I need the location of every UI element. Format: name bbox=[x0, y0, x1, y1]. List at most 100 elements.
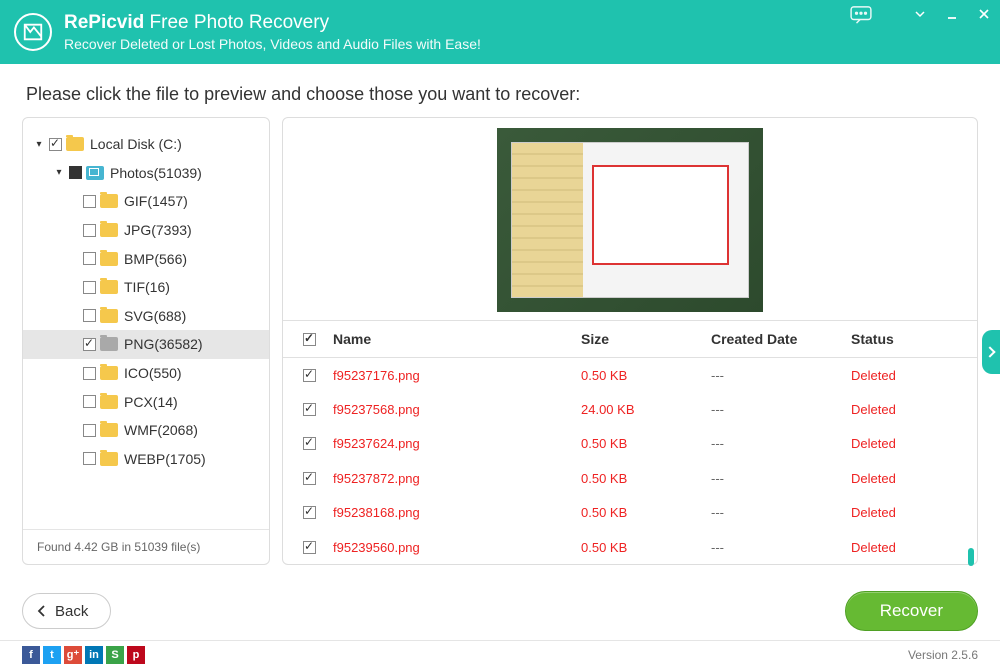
preview-thumbnail[interactable] bbox=[497, 128, 763, 312]
tree-item-checkbox[interactable] bbox=[83, 452, 96, 465]
tree-photos-checkbox[interactable] bbox=[69, 166, 82, 179]
folder-icon bbox=[100, 337, 118, 351]
side-expand-tab[interactable] bbox=[982, 330, 1000, 374]
tree-item-checkbox[interactable] bbox=[83, 195, 96, 208]
feedback-icon[interactable] bbox=[850, 6, 872, 29]
cell-size: 24.00 KB bbox=[581, 402, 711, 417]
table-row[interactable]: f95237624.png0.50 KB---Deleted bbox=[283, 427, 977, 461]
tree-item[interactable]: SVG(688) bbox=[23, 302, 269, 331]
chevron-left-icon bbox=[37, 605, 47, 617]
folder-icon bbox=[100, 452, 118, 466]
col-name[interactable]: Name bbox=[333, 331, 581, 347]
tree-item[interactable]: JPG(7393) bbox=[23, 216, 269, 245]
tree-item-label: WMF(2068) bbox=[124, 422, 198, 438]
cell-size: 0.50 KB bbox=[581, 368, 711, 383]
stumble-icon[interactable]: S bbox=[106, 646, 124, 664]
tree-item-checkbox[interactable] bbox=[83, 281, 96, 294]
tree-item-label: JPG(7393) bbox=[124, 222, 192, 238]
tree-item-label: PCX(14) bbox=[124, 394, 178, 410]
footer: f t g⁺ in S p Version 2.5.6 bbox=[0, 640, 1000, 668]
row-checkbox[interactable] bbox=[303, 472, 316, 485]
cell-name: f95237176.png bbox=[333, 368, 581, 383]
cell-size: 0.50 KB bbox=[581, 540, 711, 555]
file-tree-panel: ▾ Local Disk (C:) ▾ Photos(51039) GIF(14… bbox=[22, 117, 270, 565]
tree-item-checkbox[interactable] bbox=[83, 224, 96, 237]
row-checkbox[interactable] bbox=[303, 437, 316, 450]
chevron-down-icon[interactable]: ▾ bbox=[33, 139, 45, 150]
tree-root-label: Local Disk (C:) bbox=[90, 136, 182, 152]
file-tree: ▾ Local Disk (C:) ▾ Photos(51039) GIF(14… bbox=[23, 118, 269, 529]
col-size[interactable]: Size bbox=[581, 331, 711, 347]
cell-created: --- bbox=[711, 402, 851, 417]
cell-status: Deleted bbox=[851, 402, 961, 417]
close-button[interactable] bbox=[968, 0, 1000, 28]
pinterest-icon[interactable]: p bbox=[127, 646, 145, 664]
col-created[interactable]: Created Date bbox=[711, 331, 851, 347]
row-checkbox[interactable] bbox=[303, 403, 316, 416]
table-row[interactable]: f95238168.png0.50 KB---Deleted bbox=[283, 496, 977, 530]
googleplus-icon[interactable]: g⁺ bbox=[64, 646, 82, 664]
table-header: Name Size Created Date Status bbox=[283, 320, 977, 358]
linkedin-icon[interactable]: in bbox=[85, 646, 103, 664]
tree-item[interactable]: BMP(566) bbox=[23, 244, 269, 273]
app-suffix: Free Photo Recovery bbox=[150, 12, 330, 33]
instruction-text: Please click the file to preview and cho… bbox=[0, 64, 1000, 117]
table-row[interactable]: f95237176.png0.50 KB---Deleted bbox=[283, 358, 977, 392]
tree-item-checkbox[interactable] bbox=[83, 395, 96, 408]
col-status[interactable]: Status bbox=[851, 331, 961, 347]
row-checkbox[interactable] bbox=[303, 541, 316, 554]
tree-item-checkbox[interactable] bbox=[83, 252, 96, 265]
table-body: f95237176.png0.50 KB---Deletedf95237568.… bbox=[283, 358, 977, 564]
cell-size: 0.50 KB bbox=[581, 436, 711, 451]
table-row[interactable]: f95239560.png0.50 KB---Deleted bbox=[283, 530, 977, 564]
tree-item[interactable]: ICO(550) bbox=[23, 359, 269, 388]
cell-name: f95237872.png bbox=[333, 471, 581, 486]
tree-item-label: PNG(36582) bbox=[124, 336, 203, 352]
folder-icon bbox=[100, 223, 118, 237]
recover-button[interactable]: Recover bbox=[845, 591, 978, 631]
row-checkbox[interactable] bbox=[303, 369, 316, 382]
facebook-icon[interactable]: f bbox=[22, 646, 40, 664]
chevron-down-icon[interactable]: ▾ bbox=[53, 167, 65, 178]
select-all-checkbox[interactable] bbox=[303, 333, 316, 346]
row-checkbox[interactable] bbox=[303, 506, 316, 519]
tree-item-checkbox[interactable] bbox=[83, 309, 96, 322]
tree-item[interactable]: TIF(16) bbox=[23, 273, 269, 302]
app-name: RePicvid bbox=[64, 12, 144, 33]
tree-root-checkbox[interactable] bbox=[49, 138, 62, 151]
tree-item-checkbox[interactable] bbox=[83, 338, 96, 351]
cell-name: f95237624.png bbox=[333, 436, 581, 451]
cell-name: f95237568.png bbox=[333, 402, 581, 417]
tree-item-checkbox[interactable] bbox=[83, 424, 96, 437]
table-row[interactable]: f95237872.png0.50 KB---Deleted bbox=[283, 461, 977, 495]
scrollbar-thumb[interactable] bbox=[968, 548, 974, 566]
version-label: Version 2.5.6 bbox=[908, 648, 978, 662]
tree-item[interactable]: GIF(1457) bbox=[23, 187, 269, 216]
tree-item-label: TIF(16) bbox=[124, 279, 170, 295]
tree-item[interactable]: PNG(36582) bbox=[23, 330, 269, 359]
cell-status: Deleted bbox=[851, 505, 961, 520]
cell-created: --- bbox=[711, 436, 851, 451]
cell-status: Deleted bbox=[851, 368, 961, 383]
twitter-icon[interactable]: t bbox=[43, 646, 61, 664]
tree-root[interactable]: ▾ Local Disk (C:) bbox=[23, 130, 269, 159]
titlebar: RePicvid Free Photo Recovery Recover Del… bbox=[0, 0, 1000, 64]
tree-item-checkbox[interactable] bbox=[83, 367, 96, 380]
photos-icon bbox=[86, 166, 104, 180]
tree-item-label: ICO(550) bbox=[124, 365, 182, 381]
tree-item-label: WEBP(1705) bbox=[124, 451, 206, 467]
min-tray-button[interactable] bbox=[904, 0, 936, 28]
table-row[interactable]: f95237568.png24.00 KB---Deleted bbox=[283, 392, 977, 426]
back-button[interactable]: Back bbox=[22, 593, 111, 629]
folder-icon bbox=[100, 395, 118, 409]
cell-name: f95238168.png bbox=[333, 505, 581, 520]
folder-icon bbox=[100, 194, 118, 208]
tree-item[interactable]: PCX(14) bbox=[23, 387, 269, 416]
minimize-button[interactable] bbox=[936, 0, 968, 28]
cell-size: 0.50 KB bbox=[581, 471, 711, 486]
app-title: RePicvid Free Photo Recovery Recover Del… bbox=[64, 12, 481, 52]
tree-photos[interactable]: ▾ Photos(51039) bbox=[23, 159, 269, 188]
tree-item[interactable]: WEBP(1705) bbox=[23, 445, 269, 474]
tree-item[interactable]: WMF(2068) bbox=[23, 416, 269, 445]
folder-icon bbox=[100, 309, 118, 323]
